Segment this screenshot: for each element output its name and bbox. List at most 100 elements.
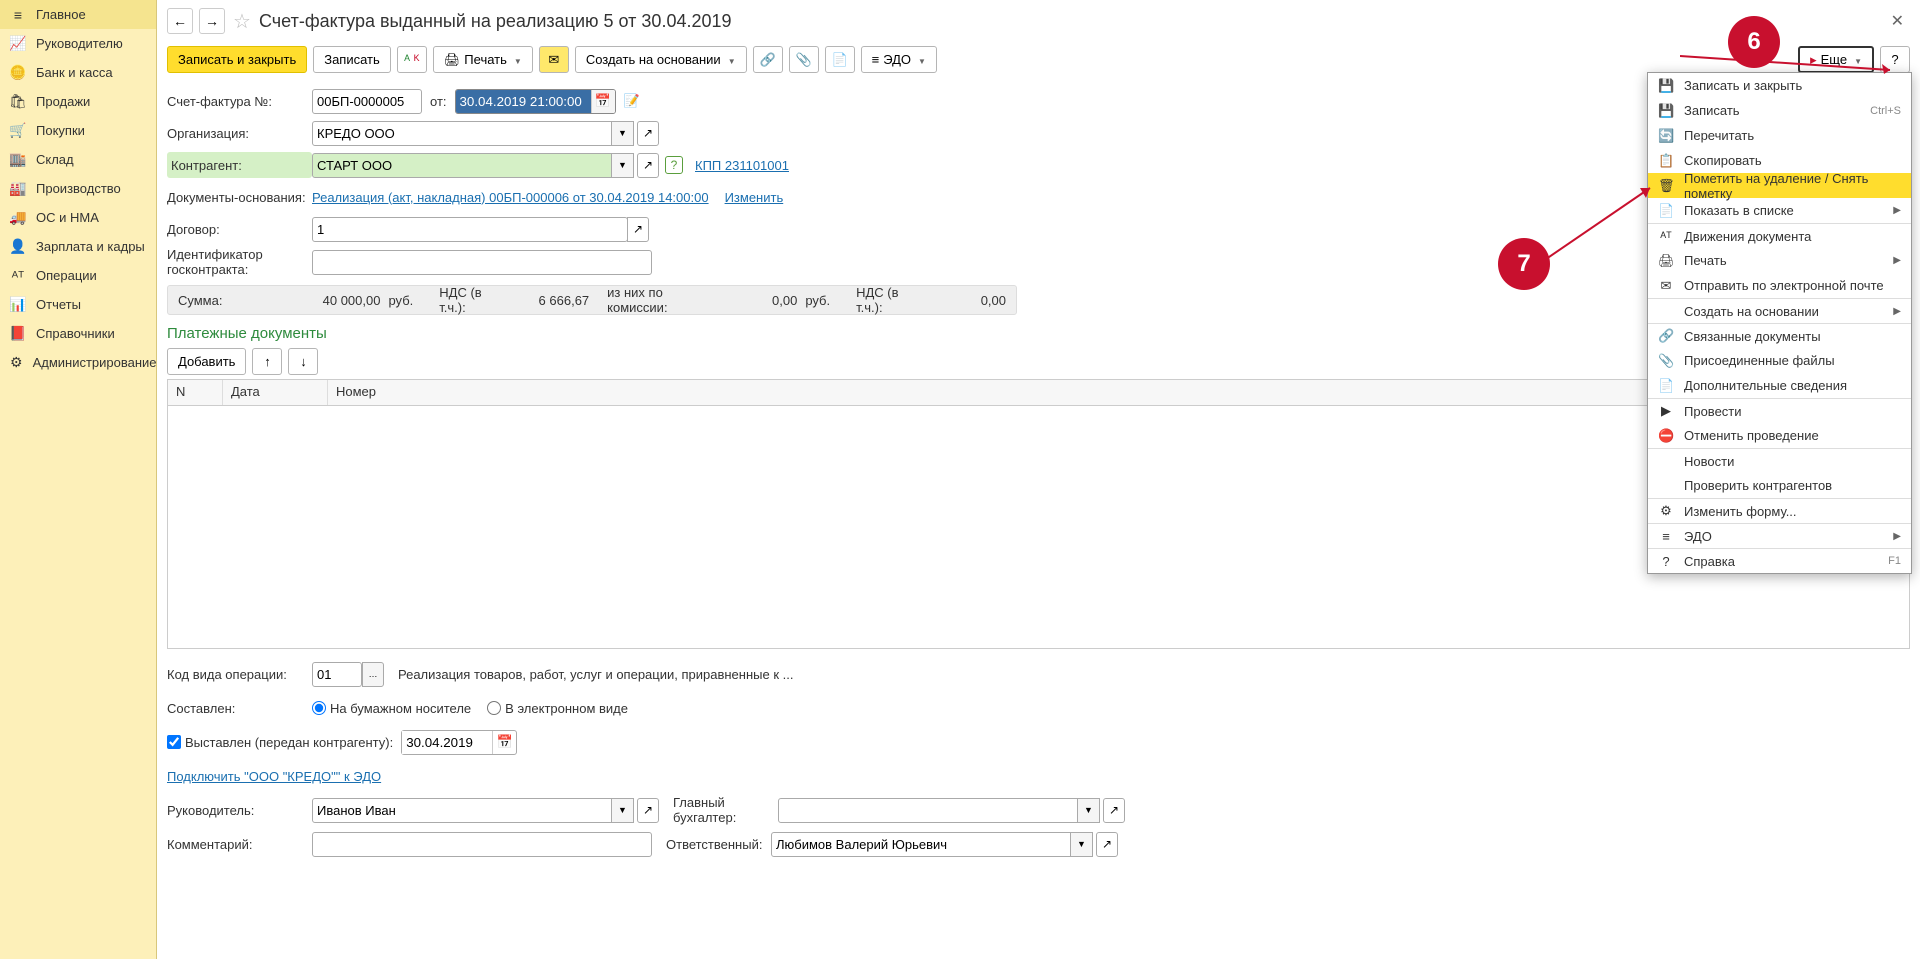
issued-calendar-icon[interactable]: 📅 [492, 731, 516, 754]
star-icon[interactable]: ☆ [231, 10, 253, 32]
issued-checkbox-wrap[interactable]: Выставлен (передан контрагенту): [167, 735, 393, 750]
manager-open-button[interactable]: ↗ [637, 798, 659, 823]
menu-item-5[interactable]: 📄Показать в списке▶ [1648, 198, 1911, 223]
menu-text: Печать [1684, 253, 1883, 268]
accountant-dropdown-button[interactable]: ▼ [1078, 798, 1100, 823]
mail-button[interactable]: ✉ [539, 46, 569, 73]
menu-item-15[interactable]: Новости [1648, 448, 1911, 473]
more-menu: 💾Записать и закрыть💾ЗаписатьCtrl+S🔄Переч… [1647, 72, 1912, 574]
menu-item-18[interactable]: ≡ЭДО▶ [1648, 523, 1911, 548]
sidebar-item-3[interactable]: 🛍Продажи [0, 87, 156, 116]
back-button[interactable]: ← [167, 8, 193, 34]
menu-item-12[interactable]: 📄Дополнительные сведения [1648, 373, 1911, 398]
menu-item-1[interactable]: 💾ЗаписатьCtrl+S [1648, 98, 1911, 123]
menu-item-3[interactable]: 📋Скопировать [1648, 148, 1911, 173]
add-button[interactable]: Добавить [167, 348, 246, 375]
accountant-open-button[interactable]: ↗ [1103, 798, 1125, 823]
menu-item-16[interactable]: Проверить контрагентов [1648, 473, 1911, 498]
sidebar-icon: ⚙ [10, 355, 23, 371]
menu-item-14[interactable]: ⛔Отменить проведение [1648, 423, 1911, 448]
edo-icon: ≡ [872, 52, 880, 67]
document-title: Счет-фактура выданный на реализацию 5 от… [259, 11, 1879, 32]
date-input[interactable] [456, 90, 591, 113]
contragent-help-button[interactable]: ? [665, 156, 683, 174]
sidebar-item-1[interactable]: 📈Руководителю [0, 29, 156, 58]
comment-input[interactable] [312, 832, 652, 857]
contragent-dropdown-button[interactable]: ▼ [612, 153, 634, 178]
responsible-open-button[interactable]: ↗ [1096, 832, 1118, 857]
basis-link[interactable]: Реализация (акт, накладная) 00БП-000006 … [312, 190, 709, 205]
move-up-button[interactable]: ↑ [252, 348, 282, 375]
radio-paper-wrap[interactable]: На бумажном носителе [312, 701, 471, 716]
forward-button[interactable]: → [199, 8, 225, 34]
goscontract-input[interactable] [312, 250, 652, 275]
manager-dropdown-button[interactable]: ▼ [612, 798, 634, 823]
sidebar-item-4[interactable]: 🛒Покупки [0, 116, 156, 145]
sidebar-item-0[interactable]: ≡Главное [0, 0, 156, 29]
menu-item-19[interactable]: ?СправкаF1 [1648, 548, 1911, 573]
help-button[interactable]: ? [1880, 46, 1910, 73]
menu-item-6[interactable]: ᴬᵀДвижения документа [1648, 223, 1911, 248]
col-date[interactable]: Дата [223, 380, 328, 405]
menu-item-7[interactable]: 🖨Печать▶ [1648, 248, 1911, 273]
menu-item-17[interactable]: ⚙Изменить форму... [1648, 498, 1911, 523]
contract-open-button[interactable]: ↗ [627, 217, 649, 242]
edo-button[interactable]: ≡ ЭДО [861, 46, 937, 73]
sidebar-item-5[interactable]: 🏬Склад [0, 145, 156, 174]
save-button[interactable]: Записать [313, 46, 391, 73]
issued-checkbox[interactable] [167, 735, 181, 749]
sidebar-item-12[interactable]: ⚙Администрирование [0, 348, 156, 377]
menu-item-11[interactable]: 📎Присоединенные файлы [1648, 348, 1911, 373]
contragent-input[interactable] [312, 153, 612, 178]
responsible-input[interactable] [771, 832, 1071, 857]
radio-electronic[interactable] [487, 701, 501, 715]
calendar-icon[interactable]: 📅 [591, 90, 615, 113]
contract-input[interactable] [312, 217, 628, 242]
menu-item-13[interactable]: ▶Провести [1648, 398, 1911, 423]
sidebar-item-7[interactable]: 🚚ОС и НМА [0, 203, 156, 232]
menu-text: Связанные документы [1684, 329, 1901, 344]
radio-electronic-wrap[interactable]: В электронном виде [487, 701, 628, 716]
fill-icon[interactable]: 📝 [624, 93, 640, 109]
sidebar-icon: 👤 [10, 239, 26, 255]
menu-item-9[interactable]: Создать на основании▶ [1648, 298, 1911, 323]
org-input[interactable] [312, 121, 612, 146]
info-button[interactable]: 📄 [825, 46, 855, 73]
create-based-button[interactable]: Создать на основании [575, 46, 747, 73]
more-button[interactable]: ▸Еще [1798, 46, 1874, 73]
sidebar-item-11[interactable]: 📕Справочники [0, 319, 156, 348]
dtkt-button[interactable]: ᴬᴷ [397, 46, 427, 73]
print-button[interactable]: 🖨 Печать [433, 46, 533, 73]
col-n[interactable]: N [168, 380, 223, 405]
close-icon[interactable]: ✕ [1885, 11, 1910, 31]
sidebar-item-9[interactable]: ᴬᵀОперации [0, 261, 156, 290]
org-dropdown-button[interactable]: ▼ [612, 121, 634, 146]
sidebar-item-2[interactable]: 🪙Банк и касса [0, 58, 156, 87]
org-open-button[interactable]: ↗ [637, 121, 659, 146]
menu-item-0[interactable]: 💾Записать и закрыть [1648, 73, 1911, 98]
from-label: от: [430, 94, 447, 109]
number-input[interactable] [312, 89, 422, 114]
issued-date-input[interactable] [402, 731, 492, 754]
sidebar-item-10[interactable]: 📊Отчеты [0, 290, 156, 319]
kpp-link[interactable]: КПП 231101001 [695, 158, 789, 173]
manager-input[interactable] [312, 798, 612, 823]
menu-item-10[interactable]: 🔗Связанные документы [1648, 323, 1911, 348]
radio-paper[interactable] [312, 701, 326, 715]
accountant-input[interactable] [778, 798, 1078, 823]
menu-item-8[interactable]: ✉Отправить по электронной почте [1648, 273, 1911, 298]
basis-change-link[interactable]: Изменить [725, 190, 784, 205]
move-down-button[interactable]: ↓ [288, 348, 318, 375]
responsible-dropdown-button[interactable]: ▼ [1071, 832, 1093, 857]
attach-button[interactable]: 📎 [789, 46, 819, 73]
save-close-button[interactable]: Записать и закрыть [167, 46, 307, 73]
menu-item-2[interactable]: 🔄Перечитать [1648, 123, 1911, 148]
contragent-open-button[interactable]: ↗ [637, 153, 659, 178]
menu-item-4[interactable]: 🗑Пометить на удаление / Снять пометку [1648, 173, 1911, 198]
sidebar-item-6[interactable]: 🏭Производство [0, 174, 156, 203]
opcode-select-button[interactable]: … [362, 662, 384, 687]
edo-connect-link[interactable]: Подключить "ООО "КРЕДО"" к ЭДО [167, 769, 381, 784]
sidebar-item-8[interactable]: 👤Зарплата и кадры [0, 232, 156, 261]
opcode-input[interactable] [312, 662, 362, 687]
related-button[interactable]: 🔗 [753, 46, 783, 73]
